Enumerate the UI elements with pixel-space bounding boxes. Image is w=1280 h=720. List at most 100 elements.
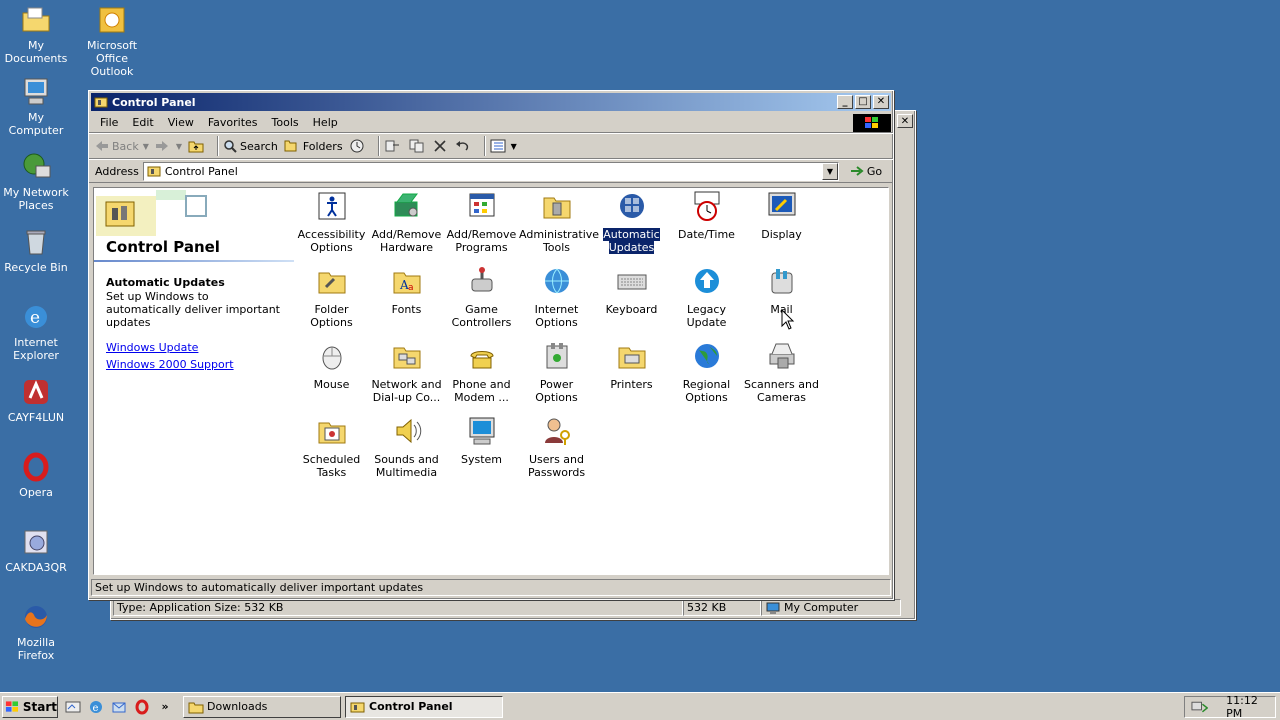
desktop-icon-cakda3qr[interactable]: CAKDA3QR — [0, 526, 72, 574]
control-panel-item[interactable]: Keyboard — [594, 265, 669, 316]
admin-tools-icon — [543, 197, 570, 219]
control-panel-item[interactable]: Sounds and Multimedia — [369, 415, 444, 479]
control-panel-item[interactable]: Add/Remove Hardware — [369, 190, 444, 254]
folders-label: Folders — [302, 139, 343, 153]
network-tray-icon[interactable] — [1191, 700, 1209, 714]
svg-text:a: a — [408, 283, 414, 293]
address-dropdown-button[interactable]: ▼ — [822, 162, 838, 180]
forward-button[interactable]: ▼ — [155, 140, 182, 152]
menu-tools[interactable]: Tools — [265, 116, 306, 129]
desktop-icon-ie[interactable]: e Internet Explorer — [0, 301, 72, 362]
link-windows-update[interactable]: Windows Update — [106, 341, 286, 354]
menu-help[interactable]: Help — [306, 116, 345, 129]
internet-explorer-icon[interactable]: e — [87, 698, 105, 716]
show-desktop-icon[interactable] — [64, 698, 82, 716]
control-panel-item[interactable]: Phone and Modem ... — [444, 340, 519, 404]
control-panel-item[interactable]: Add/Remove Programs — [444, 190, 519, 254]
up-folder-icon — [188, 141, 204, 153]
desktop-icon-my-computer[interactable]: My Computer — [0, 76, 72, 137]
control-panel-item[interactable]: Mouse — [294, 340, 369, 391]
minimize-button[interactable]: _ — [837, 95, 853, 109]
control-panel-item[interactable]: Date/Time — [669, 190, 744, 241]
copy-to-button[interactable] — [409, 139, 428, 153]
back-button[interactable]: Back ▼ — [95, 140, 149, 153]
desktop-icon-outlook[interactable]: Microsoft Office Outlook — [76, 4, 148, 78]
control-panel-item[interactable]: Internet Options — [519, 265, 594, 329]
control-panel-item-label: Folder Options — [310, 303, 353, 329]
desktop-icon-label: Microsoft Office Outlook — [86, 39, 138, 78]
control-panel-item[interactable]: Folder Options — [294, 265, 369, 329]
control-panel-item[interactable]: Game Controllers — [444, 265, 519, 329]
views-button[interactable]: ▼ — [490, 139, 517, 153]
desktop-icon-firefox[interactable]: Mozilla Firefox — [0, 601, 72, 662]
control-panel-window[interactable]: Control Panel _ □ ✕ File Edit View Favor… — [88, 90, 894, 600]
control-panel-item[interactable]: Display — [744, 190, 819, 241]
control-panel-item[interactable]: Regional Options — [669, 340, 744, 404]
control-panel-item[interactable]: Power Options — [519, 340, 594, 404]
opera-icon[interactable] — [133, 698, 151, 716]
system-tray: 11:12 PM — [1184, 694, 1276, 720]
mouse-icon — [322, 346, 341, 370]
clock[interactable]: 11:12 PM — [1226, 694, 1275, 720]
power-icon — [546, 343, 567, 369]
control-panel-item[interactable]: Automatic Updates — [594, 190, 669, 254]
menu-view[interactable]: View — [161, 116, 201, 129]
quick-launch: e » — [64, 698, 179, 716]
chevron-right-icon[interactable]: » — [156, 698, 174, 716]
control-panel-item[interactable]: Administrative Tools — [519, 190, 599, 254]
copy-to-icon — [409, 139, 424, 153]
menu-file[interactable]: File — [93, 116, 125, 129]
task-downloads[interactable]: Downloads — [183, 695, 341, 718]
address-input[interactable]: Control Panel ▼ — [142, 161, 839, 181]
outlook-express-icon[interactable] — [110, 698, 128, 716]
desktop-icon-recycle-bin[interactable]: Recycle Bin — [0, 226, 72, 274]
left-info-pane: Control Panel Automatic Updates Set up W… — [94, 188, 294, 574]
internet-explorer-icon: e — [25, 306, 47, 328]
control-panel-item[interactable]: Network and Dial-up Co... — [369, 340, 444, 404]
undo-button[interactable] — [455, 140, 474, 152]
history-button[interactable] — [349, 138, 368, 154]
move-to-button[interactable] — [384, 139, 403, 153]
game-controllers-icon — [471, 267, 492, 292]
windows-flag-icon — [5, 700, 19, 712]
close-button[interactable]: ✕ — [873, 95, 889, 109]
desktop-icon-opera[interactable]: Opera — [0, 451, 72, 499]
svg-text:e: e — [30, 308, 40, 328]
folders-button[interactable]: Folders — [284, 139, 343, 153]
control-panel-item[interactable]: Legacy Update — [669, 265, 744, 329]
background-close-button[interactable]: ✕ — [897, 114, 913, 128]
back-arrow-icon — [96, 141, 108, 151]
menu-favorites[interactable]: Favorites — [201, 116, 265, 129]
scanners-icon — [769, 343, 794, 369]
control-panel-item[interactable]: Users and Passwords — [519, 415, 594, 479]
status-size: 532 KB — [683, 599, 761, 616]
desktop-icon-my-documents[interactable]: My Documents — [0, 4, 72, 65]
desktop-icon-cayf4lun[interactable]: CAYF4LUN — [0, 376, 72, 424]
link-windows-2000-support[interactable]: Windows 2000 Support — [106, 358, 286, 371]
up-folder-button[interactable] — [188, 139, 207, 153]
desktop-icon-network[interactable]: My Network Places — [0, 151, 72, 212]
title-bar[interactable]: Control Panel _ □ ✕ — [91, 93, 891, 111]
outlook-icon — [99, 7, 125, 33]
search-button[interactable]: Search — [223, 139, 278, 153]
start-button[interactable]: Start — [2, 695, 58, 718]
computer-icon — [24, 78, 48, 105]
datetime-icon — [694, 191, 719, 221]
control-panel-item[interactable]: System — [444, 415, 519, 466]
control-panel-item[interactable]: Printers — [594, 340, 669, 391]
computer-icon — [766, 602, 780, 614]
control-panel-item[interactable]: Aa Fonts — [369, 265, 444, 316]
control-panel-item[interactable]: Accessibility Options — [294, 190, 369, 254]
delete-button[interactable] — [433, 140, 449, 152]
menu-edit[interactable]: Edit — [125, 116, 160, 129]
task-control-panel[interactable]: Control Panel — [345, 695, 503, 718]
network-places-icon — [23, 153, 51, 178]
maximize-button[interactable]: □ — [855, 95, 871, 109]
control-panel-item[interactable]: Scheduled Tasks — [294, 415, 369, 479]
go-button[interactable]: Go — [843, 165, 889, 178]
control-panel-item[interactable]: Scanners and Cameras — [744, 340, 819, 404]
printers-icon — [618, 347, 645, 369]
app-icon — [24, 380, 48, 404]
control-panel-banner-icon — [96, 190, 214, 236]
internet-options-icon — [544, 268, 569, 294]
